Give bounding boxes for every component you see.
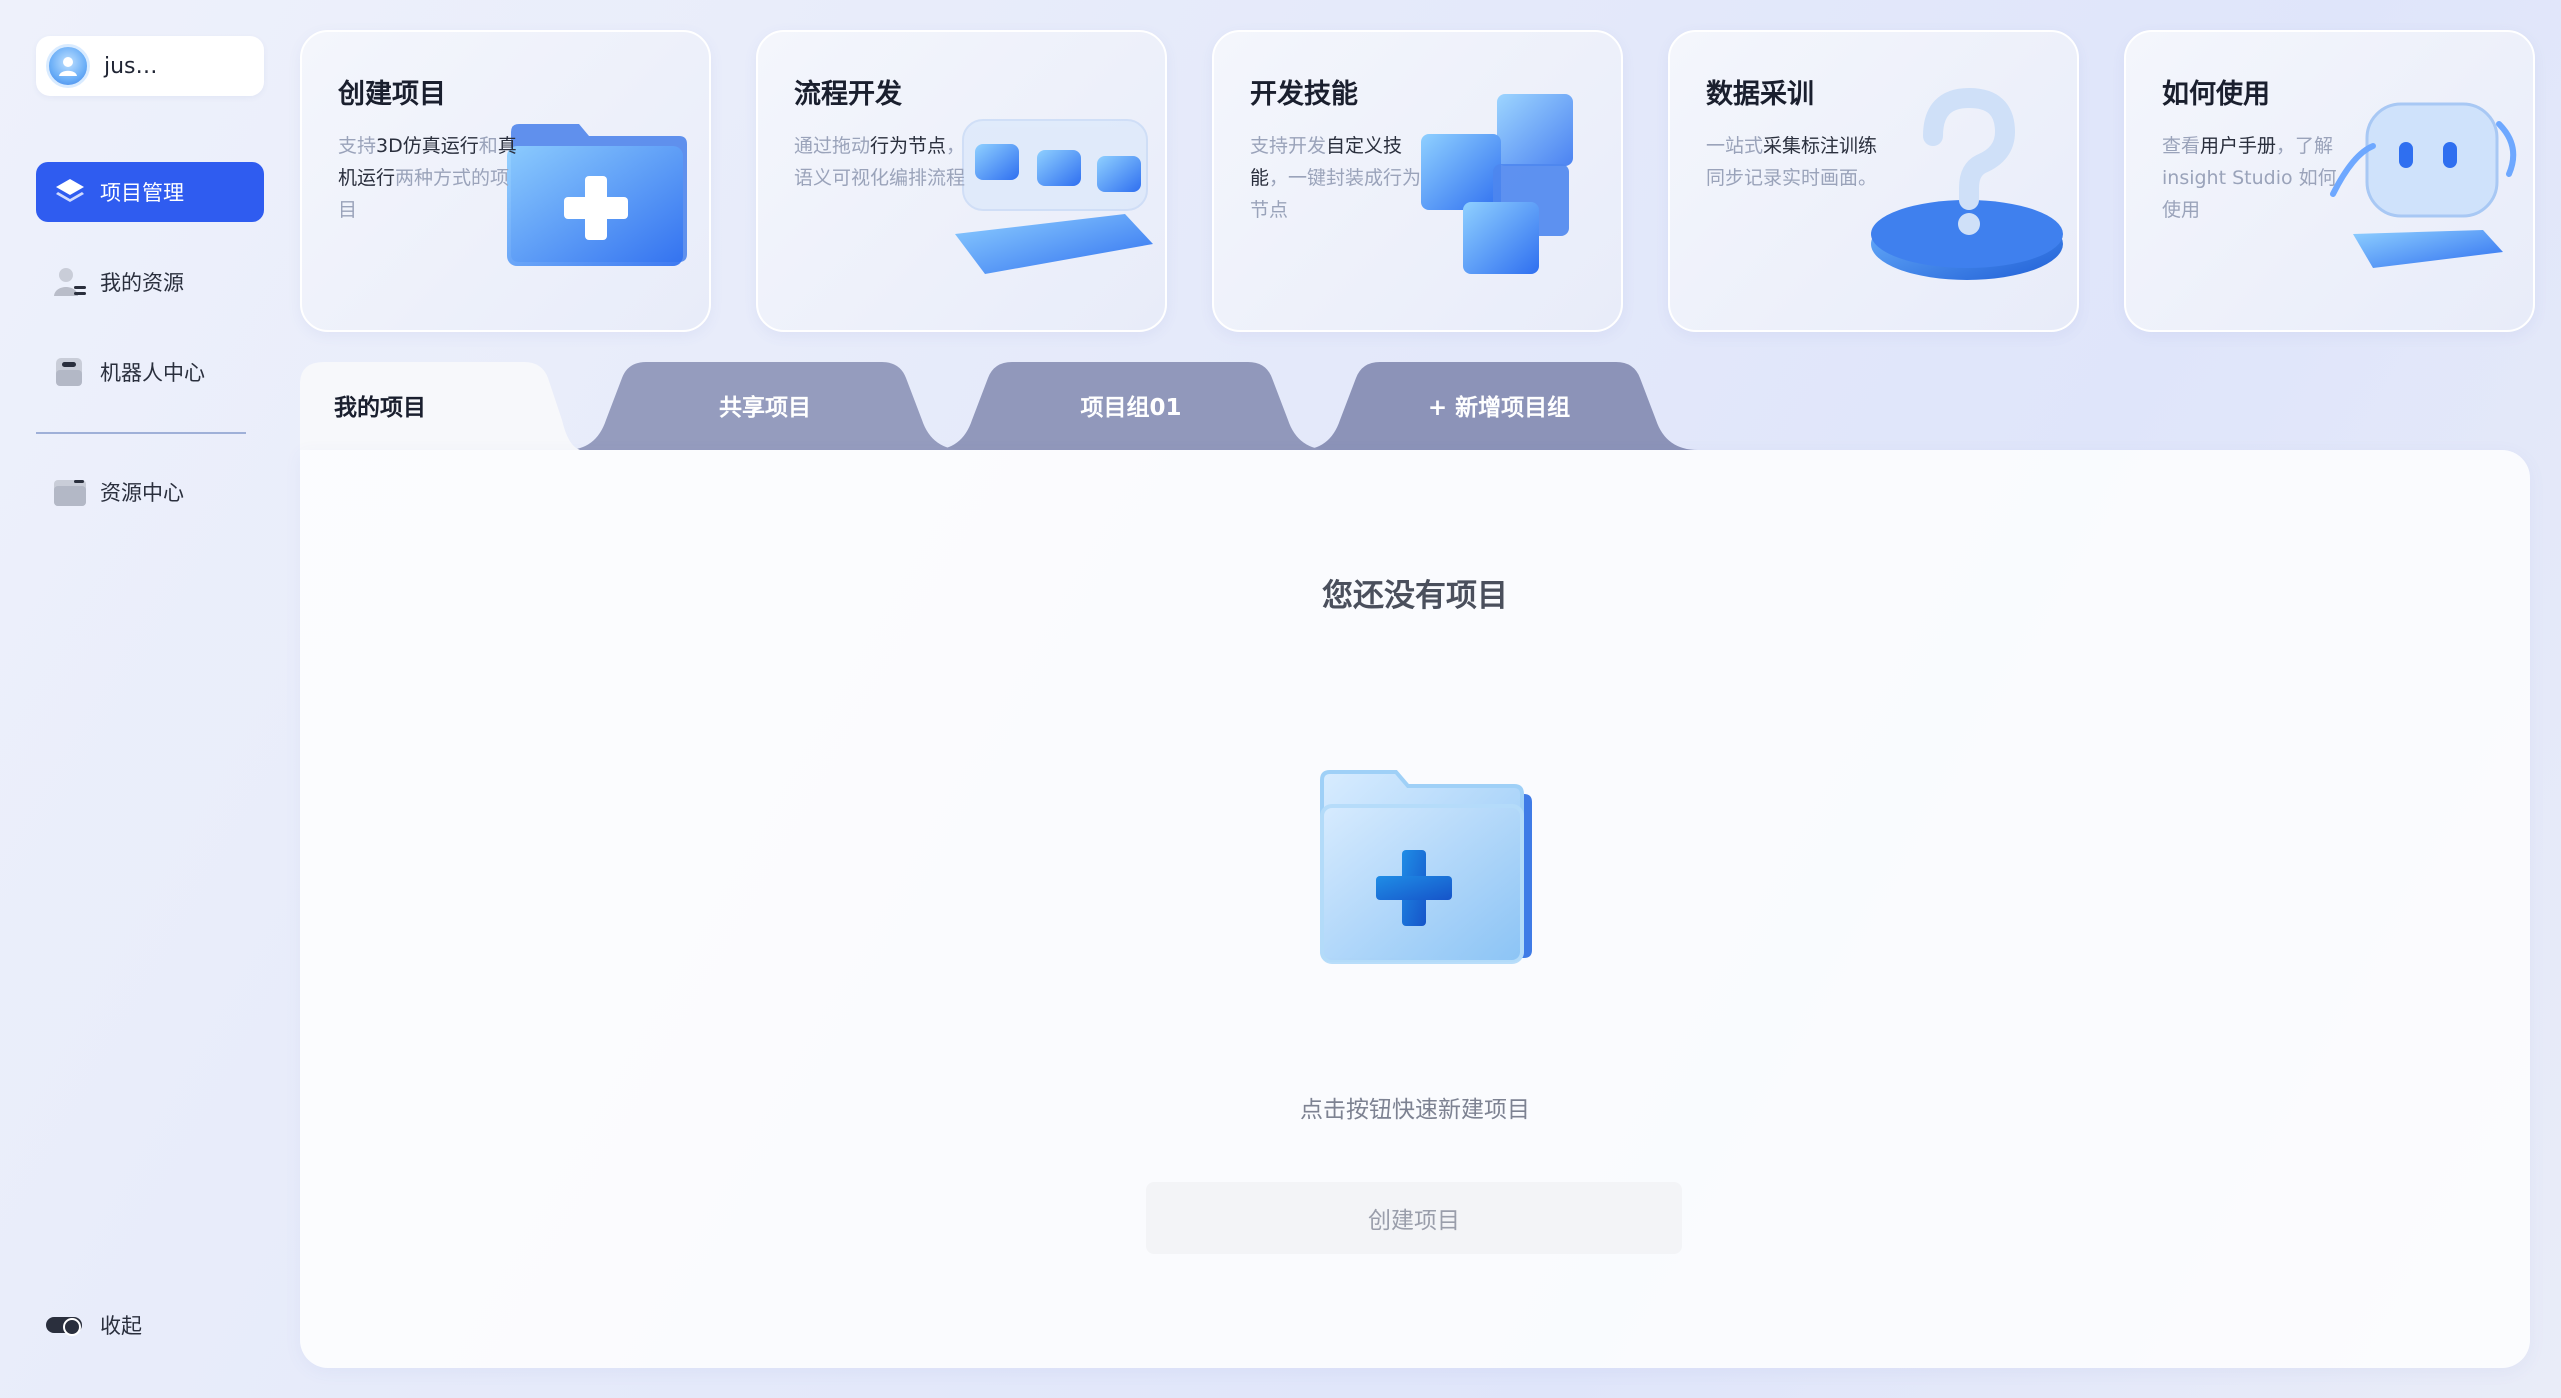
card-desc: 支持3D仿真运行和真机运行两种方式的项目 bbox=[338, 130, 518, 226]
card-desc-fragment: 通过拖动 bbox=[794, 135, 871, 157]
robot-icon bbox=[50, 352, 90, 392]
card-desc-fragment: ，一键封装成行为节点 bbox=[1250, 167, 1422, 221]
tab-my-projects[interactable]: 我的项目 bbox=[300, 360, 580, 450]
card-data-collection[interactable]: 数据采训 一站式采集标注训练同步记录实时画面。 bbox=[1668, 30, 2079, 332]
nav-item-resource-center[interactable]: 资源中心 bbox=[36, 462, 264, 522]
question-icon bbox=[1871, 87, 2063, 280]
user-name: jus… bbox=[104, 53, 158, 79]
nav-item-robot-center[interactable]: 机器人中心 bbox=[36, 342, 264, 402]
user-resource-icon bbox=[50, 262, 90, 302]
nav-item-my-resources[interactable]: 我的资源 bbox=[36, 252, 264, 312]
card-desc-fragment: 支持 bbox=[338, 135, 377, 157]
card-desc-fragment: 用户手册 bbox=[2200, 135, 2277, 157]
card-desc-fragment: 采集标注训练 bbox=[1763, 135, 1878, 157]
card-how-to-use[interactable]: 如何使用 查看用户手册，了解 insight Studio 如何使用 bbox=[2124, 30, 2535, 332]
card-desc: 查看用户手册，了解 insight Studio 如何使用 bbox=[2162, 130, 2342, 226]
toggle-icon bbox=[46, 1317, 82, 1336]
card-desc: 通过拖动行为节点，语义可视化编排流程 bbox=[794, 130, 974, 194]
card-create-project[interactable]: 创建项目 支持3D仿真运行和真机运行两种方式的项目 bbox=[300, 30, 711, 332]
user-chip[interactable]: jus… bbox=[36, 36, 264, 96]
avatar bbox=[46, 44, 90, 88]
cubes-icon bbox=[1421, 94, 1573, 274]
tab-group-01[interactable]: 项目组01 bbox=[932, 360, 1330, 450]
empty-folder-plus-icon bbox=[1320, 770, 1532, 964]
tab-label: + 新增项目组 bbox=[1427, 395, 1571, 421]
folder-plus-icon bbox=[507, 124, 687, 266]
feature-cards: 创建项目 支持3D仿真运行和真机运行两种方式的项目 流程开发 通过拖动行为节点，… bbox=[300, 30, 2535, 332]
project-tabs: + 新增项目组 项目组01 共享项目 我的项目 bbox=[300, 360, 1700, 450]
card-desc-fragment: 同步记录实时画面。 bbox=[1706, 167, 1878, 189]
nav-item-project-management[interactable]: 项目管理 bbox=[36, 162, 264, 222]
nav-item-label: 我的资源 bbox=[100, 271, 184, 295]
tab-shared-projects[interactable]: 共享项目 bbox=[566, 360, 964, 450]
card-skill-dev[interactable]: 开发技能 支持开发自定义技能，一键封装成行为节点 bbox=[1212, 30, 1623, 332]
card-desc-fragment: 行为节点 bbox=[870, 135, 947, 157]
card-desc-fragment: 3D仿真运行 bbox=[376, 135, 479, 157]
tab-add-group[interactable]: + 新增项目组 bbox=[1300, 360, 1698, 450]
nav-secondary: 资源中心 bbox=[36, 462, 264, 552]
card-desc-fragment: 查看 bbox=[2162, 135, 2201, 157]
nav-item-label: 项目管理 bbox=[100, 181, 184, 205]
empty-state-hint: 点击按钮快速新建项目 bbox=[1300, 1097, 1530, 1123]
card-title: 数据采训 bbox=[1706, 79, 1814, 110]
card-desc-fragment: 一站式 bbox=[1706, 135, 1764, 157]
main-panel: 您还没有项目 点击按钮快速新建项目 创建项目 bbox=[300, 450, 2530, 1368]
card-desc-fragment: 支持开发 bbox=[1250, 135, 1327, 157]
nav-item-label: 机器人中心 bbox=[100, 361, 205, 385]
nodes-icon bbox=[955, 119, 1153, 274]
collapse-label: 收起 bbox=[100, 1314, 142, 1338]
card-title: 开发技能 bbox=[1250, 79, 1358, 110]
tab-label: 我的项目 bbox=[334, 395, 426, 421]
card-title: 创建项目 bbox=[338, 79, 446, 110]
nav-item-label: 资源中心 bbox=[100, 481, 184, 505]
layers-icon bbox=[50, 172, 90, 212]
folder-icon bbox=[50, 472, 90, 512]
sidebar: jus… 项目管理 我的资源 机器人中心 资源中心 收起 bbox=[0, 0, 290, 1398]
empty-state-title: 您还没有项目 bbox=[1322, 578, 1508, 614]
card-desc-fragment: 和 bbox=[478, 135, 498, 157]
card-desc: 一站式采集标注训练同步记录实时画面。 bbox=[1706, 130, 1886, 194]
collapse-button[interactable]: 收起 bbox=[46, 1310, 142, 1340]
create-project-button[interactable]: 创建项目 bbox=[1146, 1182, 1682, 1254]
user-avatar-icon bbox=[59, 57, 77, 76]
robot-face-icon bbox=[2330, 102, 2517, 268]
card-desc: 支持开发自定义技能，一键封装成行为节点 bbox=[1250, 130, 1430, 226]
card-title: 流程开发 bbox=[794, 79, 902, 110]
tab-label: 共享项目 bbox=[719, 395, 811, 421]
card-flow-dev[interactable]: 流程开发 通过拖动行为节点，语义可视化编排流程 bbox=[756, 30, 1167, 332]
card-title: 如何使用 bbox=[2162, 79, 2270, 110]
nav-menu: 项目管理 我的资源 机器人中心 bbox=[36, 162, 264, 432]
tab-label: 项目组01 bbox=[1080, 395, 1182, 421]
nav-divider bbox=[36, 432, 246, 434]
